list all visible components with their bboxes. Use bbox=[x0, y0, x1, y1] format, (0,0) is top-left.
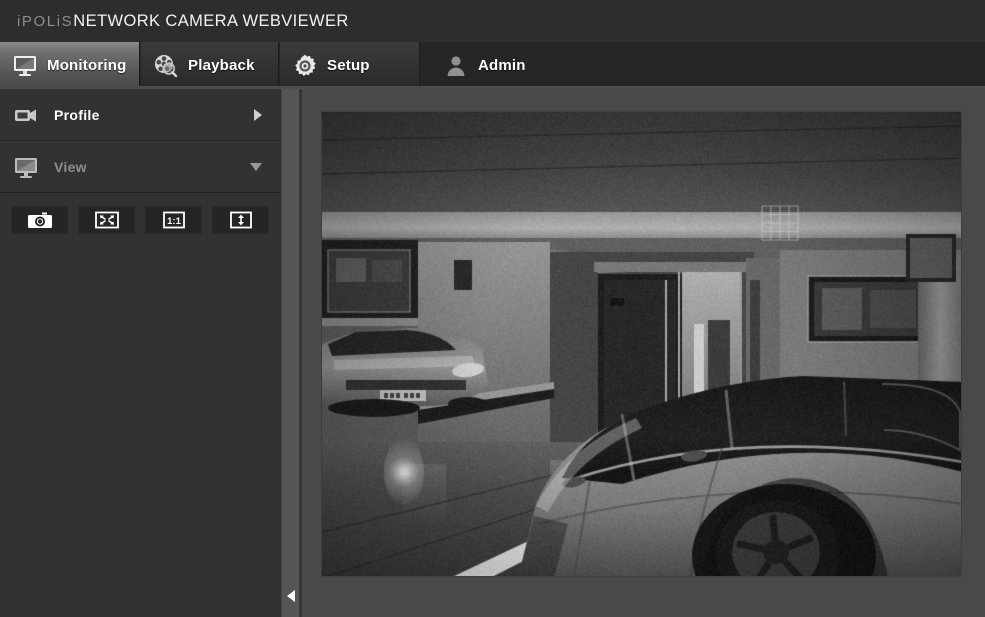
tab-playback-label: Playback bbox=[188, 57, 255, 74]
tab-admin[interactable]: Admin bbox=[421, 42, 561, 89]
chevron-right-icon bbox=[254, 109, 262, 121]
sidebar-item-profile-label: Profile bbox=[54, 107, 100, 123]
chevron-down-icon bbox=[250, 163, 262, 171]
page-title: iPOLiSNETWORK CAMERA WEBVIEWER bbox=[17, 11, 349, 32]
video-panel bbox=[301, 89, 985, 617]
camera-icon bbox=[25, 210, 55, 230]
one-to-one-icon: 1:1 bbox=[159, 210, 189, 230]
tab-playback[interactable]: Playback bbox=[141, 42, 279, 89]
sidebar-item-view-label: View bbox=[54, 159, 87, 175]
sidebar-item-profile[interactable]: Profile bbox=[0, 89, 281, 141]
tab-setup-label: Setup bbox=[327, 57, 370, 74]
film-reel-search-icon bbox=[153, 53, 179, 79]
tab-monitoring[interactable]: Monitoring bbox=[0, 42, 140, 89]
fullscreen-button[interactable] bbox=[78, 206, 135, 234]
tab-admin-label: Admin bbox=[478, 57, 526, 74]
sidebar-collapse-handle[interactable] bbox=[281, 89, 300, 617]
chevron-left-icon bbox=[287, 590, 295, 602]
gear-icon bbox=[292, 53, 318, 79]
monitor-icon bbox=[12, 53, 38, 79]
actual-size-button[interactable]: 1:1 bbox=[145, 206, 202, 234]
actual-size-label: 1:1 bbox=[167, 216, 181, 227]
webviewer-app: iPOLiSNETWORK CAMERA WEBVIEWER Monitorin… bbox=[0, 0, 985, 617]
live-video-stream[interactable] bbox=[322, 112, 962, 577]
brand-name: iPOLiS bbox=[17, 13, 73, 30]
tab-setup[interactable]: Setup bbox=[280, 42, 420, 89]
user-icon bbox=[443, 53, 469, 79]
sidebar-item-view[interactable]: View bbox=[0, 141, 281, 193]
app-header: iPOLiSNETWORK CAMERA WEBVIEWER bbox=[0, 0, 985, 42]
tab-monitoring-label: Monitoring bbox=[47, 57, 126, 74]
monitor-icon bbox=[12, 154, 40, 180]
view-toolbar: 1:1 bbox=[0, 193, 281, 245]
live-video-frame[interactable] bbox=[321, 111, 962, 577]
capture-button[interactable] bbox=[11, 206, 68, 234]
main-tabbar: Monitoring Playback Setup Admin bbox=[0, 42, 985, 89]
product-name: NETWORK CAMERA WEBVIEWER bbox=[73, 12, 348, 30]
fit-screen-button[interactable] bbox=[212, 206, 269, 234]
fullscreen-icon bbox=[92, 210, 122, 230]
camcorder-icon bbox=[12, 102, 40, 128]
sidebar: Profile View 1:1 bbox=[0, 89, 281, 617]
fit-vertical-icon bbox=[226, 210, 256, 230]
